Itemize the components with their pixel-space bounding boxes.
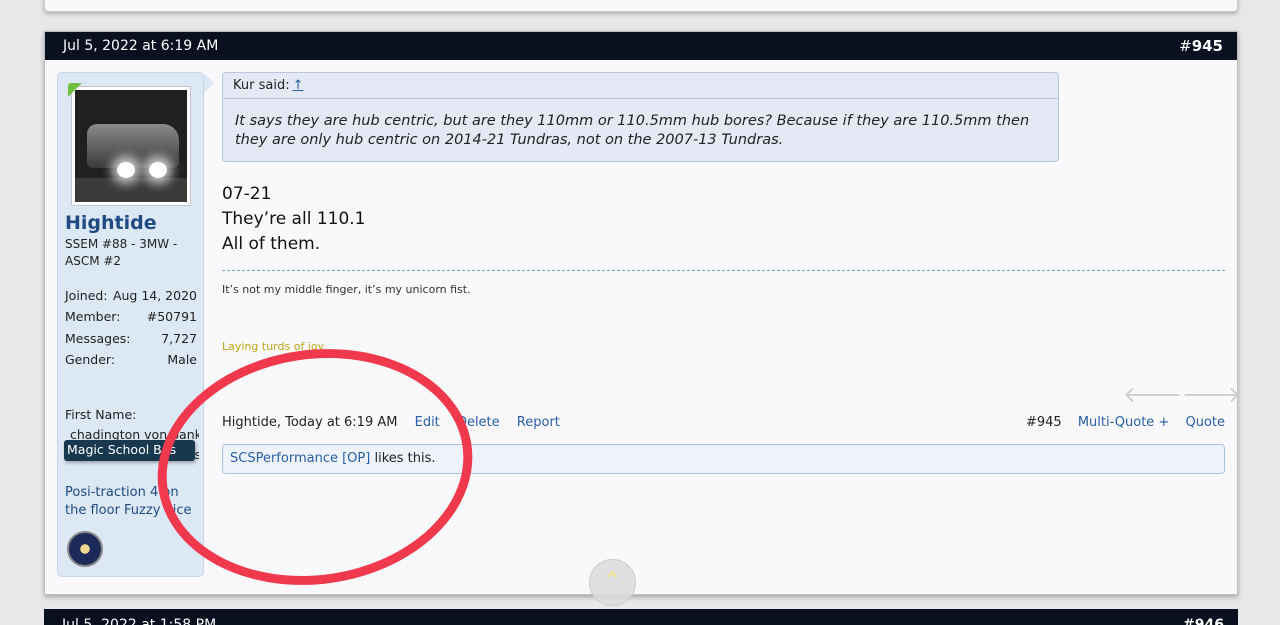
quote-attribution: Kur said: ↑ <box>223 73 1058 99</box>
post-header: Jul 5, 2022 at 6:19 AM #945 <box>45 32 1237 60</box>
stat-gender: Gender: Male <box>65 352 197 368</box>
message-body: 07-21 They’re all 110.1 All of them. <box>222 184 366 254</box>
quote-button[interactable]: Quote <box>1185 415 1225 430</box>
post-nav-arrows: 🡐 🡒 <box>1123 382 1241 408</box>
username[interactable]: Hightide <box>65 212 157 234</box>
quote-source-link[interactable]: ↑ <box>293 78 304 93</box>
stat-messages[interactable]: Messages: 7,727 <box>65 328 197 349</box>
next-post-number[interactable]: #946 <box>1183 617 1224 625</box>
navy-seal-badge-icon <box>67 531 103 567</box>
previous-post-card <box>44 0 1238 12</box>
report-button[interactable]: Report <box>517 415 560 430</box>
pane-arrow <box>204 73 214 93</box>
quote-text: It says they are hub centric, but are th… <box>235 113 1030 148</box>
signature-divider <box>222 270 1225 271</box>
stat-member: Member: #50791 <box>65 309 197 325</box>
user-stats: Joined: Aug 14, 2020 Member: #50791 Messag… <box>65 285 197 370</box>
post-number[interactable]: #945 <box>1026 415 1062 430</box>
arrow-left-icon[interactable]: 🡐 <box>1123 382 1182 408</box>
next-post-date: Jul 5, 2022 at 1:58 PM <box>62 617 217 625</box>
multi-quote-button[interactable]: Multi-Quote + <box>1078 415 1170 430</box>
signature-text: It’s not my middle finger, it’s my unico… <box>222 283 471 296</box>
arrow-right-icon[interactable]: 🡒 <box>1182 382 1241 408</box>
post-date: Jul 5, 2022 at 6:19 AM <box>63 38 219 54</box>
quote-block: Kur said: ↑ It says they are hub centric,… <box>222 72 1059 162</box>
next-post-header: Jul 5, 2022 at 1:58 PM #946 <box>44 609 1238 625</box>
user-title: SSEM #88 - 3MW - ASCM #2 <box>65 237 178 268</box>
online-indicator <box>68 83 82 97</box>
chevron-up-icon[interactable]: ⌃ <box>589 559 636 606</box>
post-permalink[interactable]: #945 <box>1179 37 1223 55</box>
avatar[interactable] <box>71 86 191 206</box>
stat-joined: Joined: Aug 14, 2020 <box>65 288 197 304</box>
